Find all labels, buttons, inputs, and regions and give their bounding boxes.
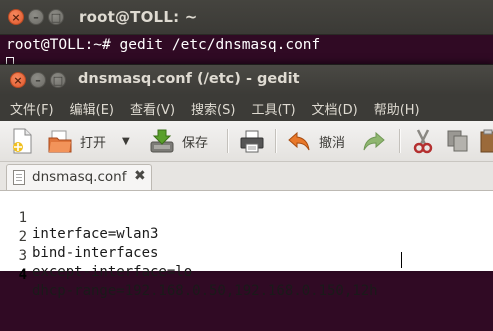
- recent-files-dropdown[interactable]: ▼: [122, 127, 130, 155]
- save-label: 保存: [182, 135, 209, 151]
- copy-button[interactable]: [446, 127, 470, 155]
- text-caret: [401, 252, 402, 268]
- open-label: 打开: [80, 135, 107, 151]
- save-download-icon: [150, 129, 174, 153]
- tab-label: dnsmasq.conf: [32, 169, 127, 185]
- line-text: dhcp-range=192.168.0.50,192.168.0.150,12…: [32, 283, 378, 299]
- open-folder-icon: [48, 130, 72, 153]
- terminal-close-icon[interactable]: ×: [8, 9, 24, 25]
- print-button[interactable]: [240, 127, 264, 155]
- tab-dnsmasq-conf[interactable]: dnsmasq.conf ✖: [6, 164, 152, 190]
- redo-arrow-icon: [363, 131, 385, 151]
- paste-clipboard-icon: [480, 129, 493, 153]
- toolbar-separator: [275, 129, 277, 153]
- undo-arrow-icon: [288, 131, 310, 151]
- gedit-window: × – □ dnsmasq.conf (/etc) - gedit 文件(F) …: [0, 64, 493, 299]
- undo-label: 撤消: [319, 135, 346, 151]
- line-text: interface=wlan3: [32, 226, 159, 242]
- scissors-icon: [413, 129, 433, 154]
- editor-line: 2 bind-interfaces: [0, 213, 159, 261]
- printer-icon: [240, 130, 264, 153]
- gedit-title: dnsmasq.conf (/etc) - gedit: [78, 71, 300, 87]
- menu-edit[interactable]: 编辑(E): [60, 99, 120, 118]
- open-button[interactable]: 打开: [48, 127, 106, 155]
- menu-documents[interactable]: 文档(D): [302, 99, 364, 118]
- toolbar: 打开 ▼ 保存 撤消: [0, 121, 493, 162]
- menu-view[interactable]: 查看(V): [120, 99, 181, 118]
- cut-button[interactable]: [412, 127, 434, 155]
- gedit-close-icon[interactable]: ×: [10, 72, 26, 88]
- text-editor[interactable]: 1 interface=wlan3 2 bind-interfaces 3 ex…: [0, 191, 493, 299]
- editor-line: 3 except-interface=lo: [0, 232, 193, 280]
- gedit-maximize-icon[interactable]: □: [50, 72, 66, 88]
- toolbar-separator: [227, 129, 229, 153]
- document-icon: [13, 170, 25, 185]
- new-document-icon: [13, 128, 32, 154]
- paste-button[interactable]: [480, 127, 493, 155]
- editor-line: 1 interface=wlan3: [0, 194, 159, 242]
- menu-tools[interactable]: 工具(T): [241, 99, 301, 118]
- undo-button[interactable]: 撤消: [287, 127, 345, 155]
- tab-close-icon[interactable]: ✖: [134, 168, 146, 184]
- gedit-titlebar[interactable]: × – □ dnsmasq.conf (/etc) - gedit: [0, 65, 493, 95]
- chevron-down-icon: ▼: [122, 135, 130, 147]
- menu-search[interactable]: 搜索(S): [181, 99, 241, 118]
- menu-file[interactable]: 文件(F): [0, 99, 60, 118]
- terminal-title: root@TOLL: ~: [79, 8, 198, 26]
- terminal-window-controls: × – □: [8, 9, 64, 25]
- terminal-minimize-icon[interactable]: –: [28, 9, 44, 25]
- menubar: 文件(F) 编辑(E) 查看(V) 搜索(S) 工具(T) 文档(D) 帮助(H…: [0, 95, 493, 121]
- gedit-minimize-icon[interactable]: –: [30, 72, 46, 88]
- toolbar-separator: [399, 129, 401, 153]
- terminal-titlebar: × – □ root@TOLL: ~: [0, 0, 493, 35]
- save-button[interactable]: 保存: [150, 127, 208, 155]
- new-button[interactable]: [12, 127, 34, 155]
- document-tabbar: dnsmasq.conf ✖: [0, 162, 493, 191]
- copy-icon: [447, 130, 468, 152]
- terminal-maximize-icon[interactable]: □: [48, 9, 64, 25]
- gedit-window-controls: × – □: [10, 72, 66, 88]
- terminal-command-line: root@TOLL:~# gedit /etc/dnsmasq.conf: [6, 37, 321, 53]
- menu-help[interactable]: 帮助(H): [364, 99, 426, 118]
- redo-button[interactable]: [362, 127, 386, 155]
- editor-line-current: 4 dhcp-range=192.168.0.50,192.168.0.150,…: [0, 251, 493, 299]
- line-number: 4: [18, 267, 27, 283]
